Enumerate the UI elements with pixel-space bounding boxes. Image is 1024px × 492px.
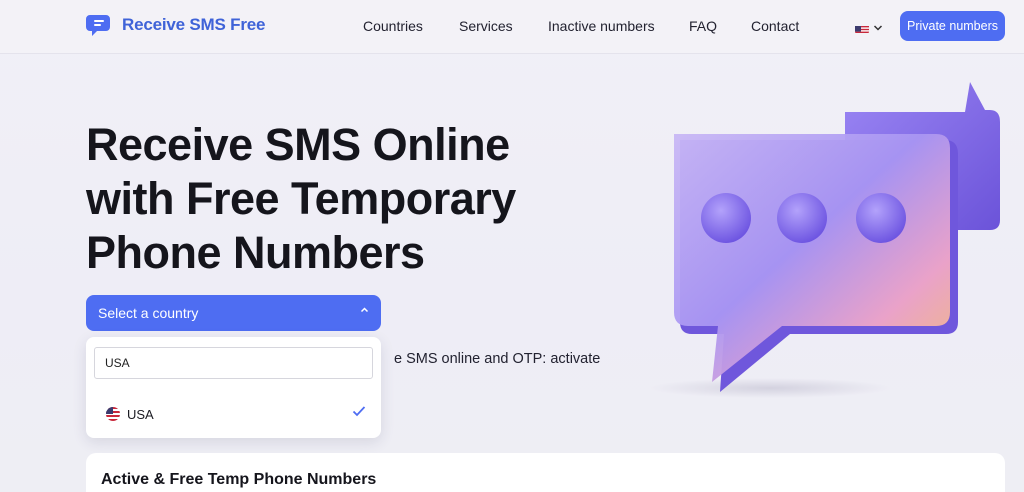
top-header: Receive SMS Free Countries Services Inac… <box>0 0 1024 54</box>
us-flag-icon <box>855 23 869 33</box>
checkmark-icon <box>352 404 366 421</box>
nav-faq[interactable]: FAQ <box>689 18 717 34</box>
active-numbers-card: Active & Free Temp Phone Numbers <box>86 453 1005 492</box>
title-line: Phone Numbers <box>86 227 425 278</box>
private-numbers-button[interactable]: Private numbers <box>900 11 1005 41</box>
nav-inactive-numbers[interactable]: Inactive numbers <box>548 18 655 34</box>
country-option-usa[interactable]: USA <box>106 405 366 423</box>
chevron-up-icon <box>360 306 369 317</box>
country-option-label: USA <box>127 406 154 422</box>
country-dropdown: USA <box>86 337 381 438</box>
hero-subtitle: e SMS online and OTP: activate <box>394 351 601 367</box>
title-line: Receive SMS Online <box>86 119 510 170</box>
us-flag-icon <box>106 407 120 421</box>
language-selector[interactable] <box>855 19 883 37</box>
chat-illustration <box>640 70 1024 400</box>
page-title: Receive SMS Online with Free Temporary P… <box>86 118 646 280</box>
brand-name: Receive SMS Free <box>122 15 266 34</box>
nav-countries[interactable]: Countries <box>363 18 423 34</box>
title-line: with Free Temporary <box>86 173 516 224</box>
nav-services[interactable]: Services <box>459 18 513 34</box>
country-select[interactable]: Select a country <box>86 295 381 331</box>
country-select-label: Select a country <box>98 305 199 321</box>
section-title: Active & Free Temp Phone Numbers <box>101 471 377 488</box>
chat-bubble-icon <box>86 11 114 39</box>
nav-contact[interactable]: Contact <box>751 18 799 34</box>
chevron-down-icon <box>873 19 883 37</box>
brand-logo[interactable]: Receive SMS Free <box>86 11 265 39</box>
country-search-input[interactable] <box>94 347 373 379</box>
